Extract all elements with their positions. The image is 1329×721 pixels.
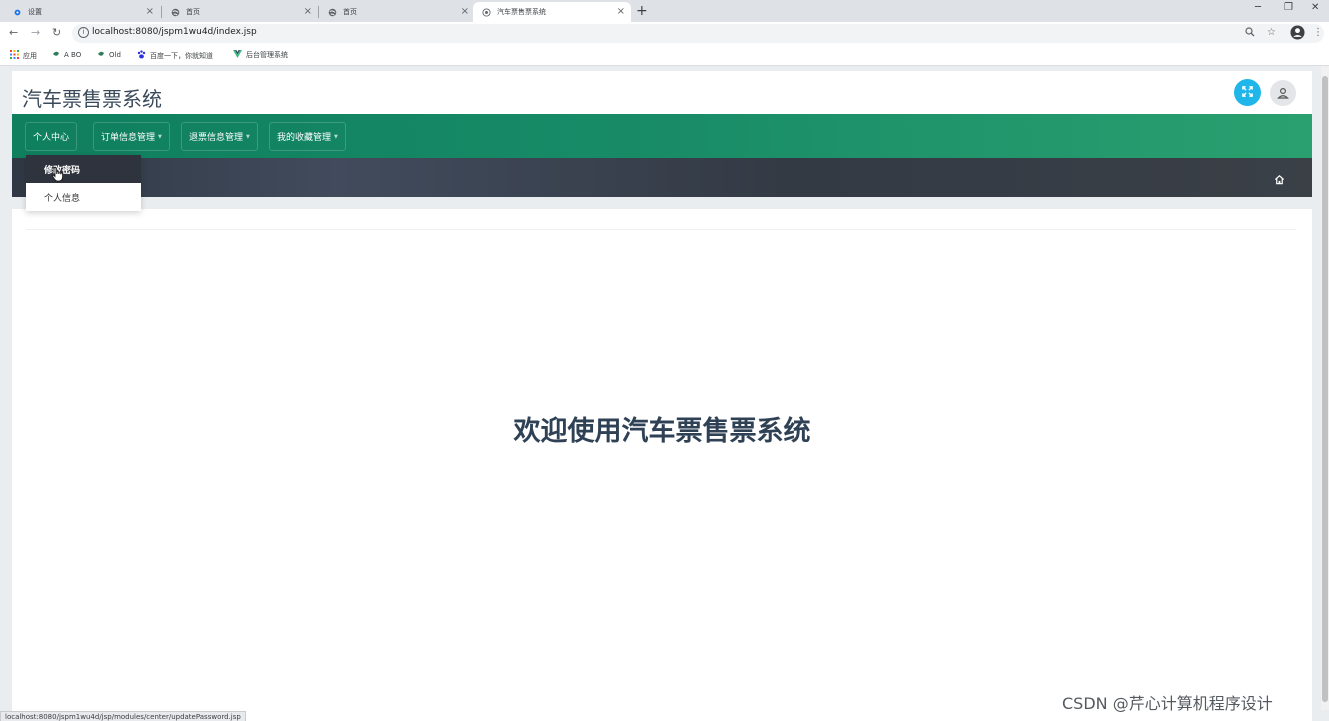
breadcrumb-bar — [12, 158, 1312, 197]
site-icon — [481, 7, 491, 17]
user-menu-button[interactable] — [1270, 80, 1296, 106]
back-arrow-icon[interactable]: ← — [9, 26, 18, 40]
address-bar[interactable]: i localhost:8080/jspm1wu4d/index.jsp ☆ ⋮ — [72, 24, 1324, 43]
nav-order-management[interactable]: 订单信息管理 ▼ — [93, 122, 170, 151]
bookmark-label: Old — [109, 51, 121, 59]
nav-label: 退票信息管理 — [189, 133, 244, 143]
caret-down-icon: ▼ — [158, 133, 162, 140]
bookmark-label: 百度一下，你就知道 — [150, 51, 213, 60]
gear-icon — [12, 7, 22, 17]
site-header: 汽车票售票系统 — [12, 71, 1312, 114]
status-bar-url: localhost:8080/jspm1wu4d/jsp/modules/cen… — [0, 711, 246, 721]
dropdown-item-label: 个人信息 — [44, 193, 81, 204]
nav-label: 订单信息管理 — [101, 133, 156, 143]
menu-kebab-icon[interactable]: ⋮ — [1313, 27, 1323, 38]
caret-down-icon: ▼ — [334, 133, 338, 140]
reload-icon[interactable]: ↻ — [52, 26, 61, 40]
vue-logo-icon — [233, 50, 242, 60]
globe-icon — [170, 7, 180, 17]
window-close-icon[interactable]: ✕ — [1311, 2, 1319, 13]
page-viewport: 汽车票售票系统 个人中心 订单信息管理 ▼ 退票信息管理 ▼ 我的收藏管理 ▼ … — [0, 66, 1329, 721]
browser-toolbar: ← → ↻ i localhost:8080/jspm1wu4d/index.j… — [0, 22, 1329, 45]
tab-title: 设置 — [28, 8, 42, 16]
close-icon[interactable]: × — [617, 6, 625, 18]
bookmark-old[interactable]: Old — [97, 50, 121, 60]
bookmark-label: 后台管理系统 — [246, 51, 288, 59]
hand-pointer-icon — [52, 167, 64, 186]
nav-refund-management[interactable]: 退票信息管理 ▼ — [181, 122, 258, 151]
vertical-scrollbar[interactable] — [1321, 66, 1329, 710]
watermark-text: CSDN @芹心计算机程序设计 — [1062, 694, 1273, 713]
bookmark-label: A BO — [64, 51, 82, 59]
apps-grid-icon — [10, 50, 19, 61]
browser-tab-active[interactable]: 汽车票售票系统 × — [473, 2, 631, 22]
bookmark-baidu[interactable]: 百度一下，你就知道 — [137, 50, 213, 61]
new-tab-button[interactable]: + — [636, 3, 648, 19]
browser-tab-settings[interactable]: 设置 × — [4, 2, 160, 22]
bookmark-dot-icon — [97, 50, 105, 60]
bookmark-dot-icon — [52, 50, 60, 60]
main-nav: 个人中心 订单信息管理 ▼ 退票信息管理 ▼ 我的收藏管理 ▼ — [12, 114, 1312, 158]
expand-arrows-icon — [1241, 83, 1254, 102]
address-url[interactable]: localhost:8080/jspm1wu4d/index.jsp — [92, 27, 257, 37]
scrollbar-thumb[interactable] — [1322, 76, 1328, 702]
dropdown-item-personal-info[interactable]: 个人信息 — [26, 183, 141, 211]
bookmark-apps[interactable]: 应用 — [10, 50, 37, 61]
nav-label: 个人中心 — [33, 133, 70, 143]
star-icon[interactable]: ☆ — [1267, 27, 1276, 38]
browser-tab-strip: 设置 × 首页 × 首页 × 汽车票售票系统 × + ─ ❐ ✕ — [0, 0, 1329, 22]
profile-icon[interactable] — [1290, 25, 1305, 43]
bookmark-abo[interactable]: A BO — [52, 50, 81, 60]
bookmarks-bar: 应用 A BO Old 百度一下，你就知道 后台管理系统 — [0, 45, 1329, 66]
tab-title: 汽车票售票系统 — [497, 8, 546, 16]
dropdown-item-change-password[interactable]: 修改密码 — [26, 155, 141, 183]
browser-tab-home-1[interactable]: 首页 × — [162, 2, 318, 22]
caret-down-icon: ▼ — [246, 133, 250, 140]
minimize-icon[interactable]: ─ — [1255, 2, 1261, 13]
nav-label: 我的收藏管理 — [277, 133, 332, 143]
welcome-heading: 欢迎使用汽车票售票系统 — [513, 416, 811, 447]
bookmark-label: 应用 — [23, 51, 37, 60]
tab-title: 首页 — [186, 8, 200, 16]
user-icon — [1277, 84, 1289, 103]
personal-center-dropdown: 修改密码 个人信息 — [26, 155, 141, 211]
browser-tab-home-2[interactable]: 首页 × — [319, 2, 475, 22]
restore-icon[interactable]: ❐ — [1284, 2, 1293, 13]
info-icon[interactable]: i — [78, 27, 89, 38]
close-icon[interactable]: × — [146, 6, 154, 18]
content-divider — [26, 229, 1296, 230]
close-icon[interactable]: × — [304, 6, 312, 18]
home-icon[interactable] — [1274, 170, 1285, 189]
site-title: 汽车票售票系统 — [22, 87, 162, 111]
forward-arrow-icon[interactable]: → — [31, 26, 40, 40]
baidu-paw-icon — [137, 50, 146, 61]
globe-icon — [327, 7, 337, 17]
bookmark-admin[interactable]: 后台管理系统 — [233, 50, 288, 60]
tab-title: 首页 — [343, 8, 357, 16]
main-content: 欢迎使用汽车票售票系统 — [12, 209, 1312, 721]
zoom-icon[interactable] — [1245, 27, 1255, 40]
nav-favorites-management[interactable]: 我的收藏管理 ▼ — [269, 122, 346, 151]
fullscreen-button[interactable] — [1234, 79, 1261, 106]
close-icon[interactable]: × — [461, 6, 469, 18]
nav-personal-center[interactable]: 个人中心 — [25, 122, 78, 151]
